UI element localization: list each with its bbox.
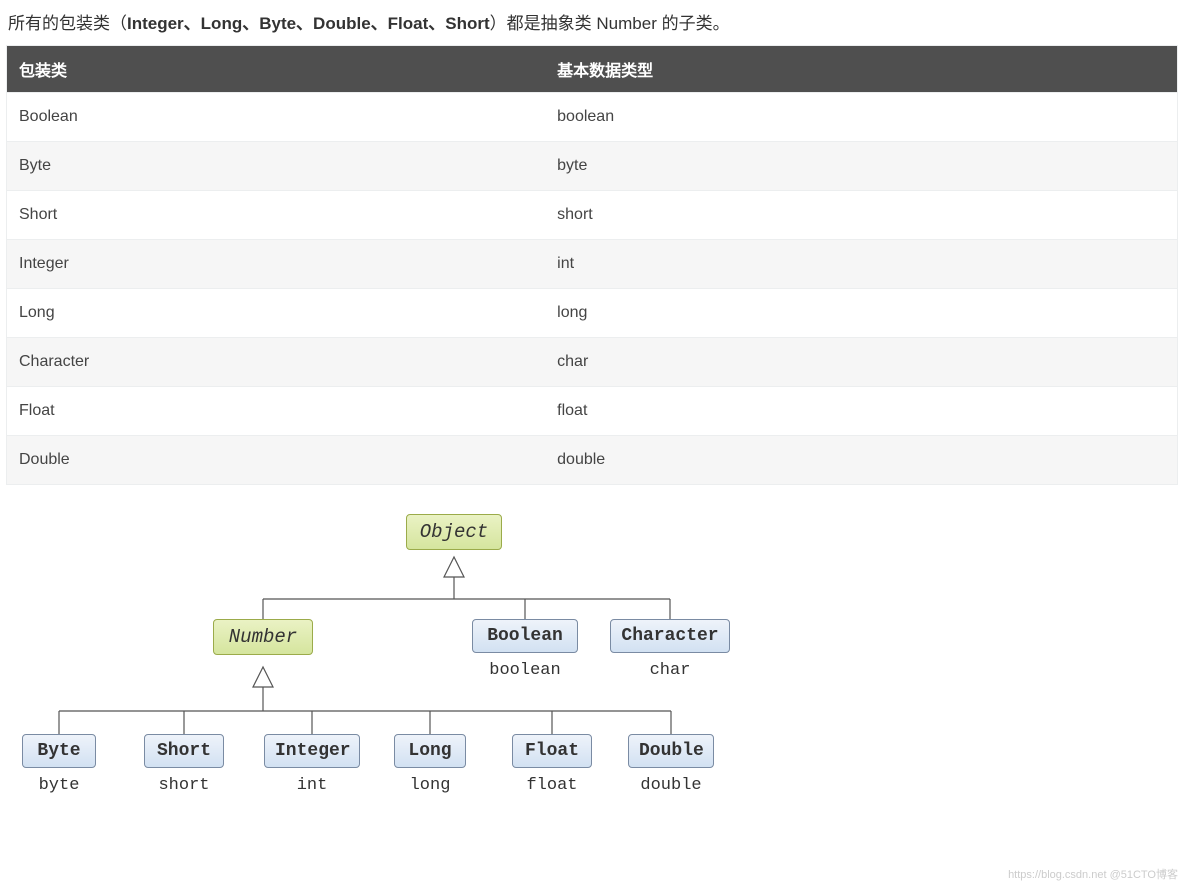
table-row: Doubledouble	[7, 436, 1178, 485]
short-sublabel: short	[144, 776, 224, 795]
number-box: Number	[213, 619, 313, 655]
table-row: Characterchar	[7, 338, 1178, 387]
boolean-sublabel: boolean	[472, 661, 578, 680]
intro-prefix: 所有的包装类	[8, 14, 110, 33]
double-box: Double	[628, 734, 714, 768]
integer-box: Integer	[264, 734, 360, 768]
intro-paragraph: 所有的包装类（Integer、Long、Byte、Double、Float、Sh…	[0, 0, 1184, 45]
cell-primitive: int	[545, 240, 1177, 289]
short-box: Short	[144, 734, 224, 768]
cell-wrapper: Double	[7, 436, 546, 485]
byte-box: Byte	[22, 734, 96, 768]
cell-wrapper: Byte	[7, 142, 546, 191]
table-row: Floatfloat	[7, 387, 1178, 436]
wrapper-primitive-table: 包装类 基本数据类型 Booleanboolean Bytebyte Short…	[6, 45, 1178, 485]
table-row: Integerint	[7, 240, 1178, 289]
long-sublabel: long	[394, 776, 466, 795]
cell-wrapper: Short	[7, 191, 546, 240]
float-sublabel: float	[512, 776, 592, 795]
cell-primitive: float	[545, 387, 1177, 436]
cell-wrapper: Integer	[7, 240, 546, 289]
byte-sublabel: byte	[22, 776, 96, 795]
character-sublabel: char	[610, 661, 730, 680]
table-row: Booleanboolean	[7, 93, 1178, 142]
table-header-wrapper: 包装类	[7, 46, 546, 93]
cell-wrapper: Float	[7, 387, 546, 436]
cell-wrapper: Boolean	[7, 93, 546, 142]
cell-primitive: boolean	[545, 93, 1177, 142]
float-box: Float	[512, 734, 592, 768]
boolean-box: Boolean	[472, 619, 578, 653]
table-row: Bytebyte	[7, 142, 1178, 191]
cell-primitive: byte	[545, 142, 1177, 191]
paren-close: ）	[490, 14, 507, 33]
table-header-primitive: 基本数据类型	[545, 46, 1177, 93]
table-row: Longlong	[7, 289, 1178, 338]
intro-bold: Integer、Long、Byte、Double、Float、Short	[127, 14, 490, 33]
cell-primitive: double	[545, 436, 1177, 485]
character-box: Character	[610, 619, 730, 653]
cell-primitive: char	[545, 338, 1177, 387]
cell-primitive: short	[545, 191, 1177, 240]
cell-wrapper: Character	[7, 338, 546, 387]
intro-suffix: 都是抽象类 Number 的子类。	[507, 14, 730, 33]
object-box: Object	[406, 514, 502, 550]
cell-primitive: long	[545, 289, 1177, 338]
paren-open: （	[110, 14, 127, 33]
long-box: Long	[394, 734, 466, 768]
table-header-row: 包装类 基本数据类型	[7, 46, 1178, 93]
double-sublabel: double	[628, 776, 714, 795]
table-row: Shortshort	[7, 191, 1178, 240]
integer-sublabel: int	[264, 776, 360, 795]
class-hierarchy-diagram: Object Number Boolean boolean Character …	[6, 489, 770, 849]
cell-wrapper: Long	[7, 289, 546, 338]
watermark: https://blog.csdn.net @51CTO博客	[1008, 866, 1178, 882]
